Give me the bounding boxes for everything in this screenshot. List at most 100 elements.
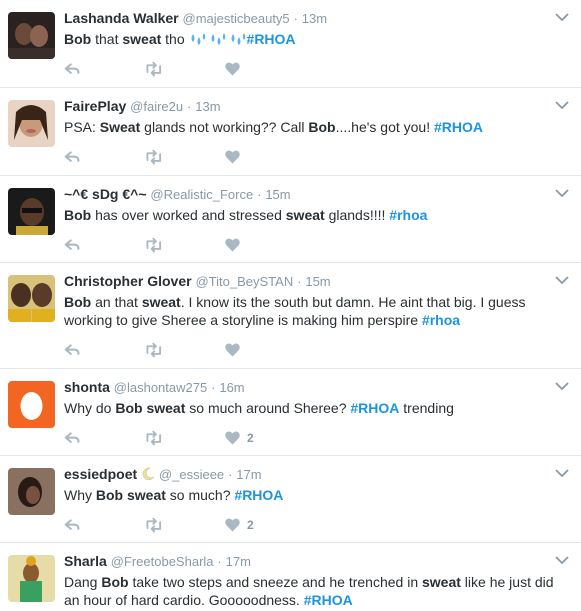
avatar[interactable] — [8, 381, 55, 428]
timestamp[interactable]: 16m — [219, 380, 244, 395]
timestamp[interactable]: 13m — [302, 11, 327, 26]
timestamp[interactable]: 13m — [195, 99, 220, 114]
user-handle[interactable]: @majesticbeauty5 — [183, 11, 290, 26]
user-name[interactable]: Sharla — [64, 553, 107, 569]
avatar[interactable] — [8, 100, 55, 147]
user-handle[interactable]: @_essieee — [159, 467, 224, 482]
keyword-highlight: Bob — [115, 400, 143, 416]
user-handle[interactable]: @Tito_BeySTAN — [195, 274, 293, 289]
reply-button[interactable] — [64, 237, 144, 254]
timestamp[interactable]: 15m — [305, 274, 330, 289]
user-name[interactable]: Christopher Glover — [64, 273, 192, 289]
chevron-down-icon[interactable] — [555, 188, 569, 198]
tweet-actions: 2 — [64, 508, 567, 542]
like-button[interactable]: 2 — [224, 517, 254, 534]
like-count: 2 — [247, 518, 254, 532]
user-handle[interactable]: @lashontaw275 — [114, 380, 207, 395]
user-name[interactable]: ~^€ sDg €^~ — [64, 186, 147, 202]
hashtag-link[interactable]: #RHOA — [304, 592, 353, 608]
reply-icon — [64, 343, 80, 355]
crescent-moon-icon — [142, 467, 155, 481]
tweet-actions — [64, 228, 567, 262]
avatar[interactable] — [8, 468, 55, 515]
chevron-down-icon[interactable] — [555, 468, 569, 478]
hashtag-link[interactable]: #RHOA — [434, 119, 483, 135]
timestamp[interactable]: 17m — [236, 467, 261, 482]
reply-icon — [64, 150, 80, 162]
chevron-down-icon[interactable] — [555, 100, 569, 110]
chevron-down-icon[interactable] — [555, 555, 569, 565]
tweet[interactable]: ~^€ sDg €^~ @Realistic_Force · 15m Bob h… — [0, 176, 581, 263]
avatar[interactable] — [8, 12, 55, 59]
tweet[interactable]: Sharla @FreetobeSharla · 17m Dang Bob ta… — [0, 543, 581, 611]
chevron-down-icon[interactable] — [555, 275, 569, 285]
retweet-icon — [146, 430, 162, 445]
keyword-highlight: sweat — [285, 207, 325, 223]
separator: · — [293, 11, 298, 26]
keyword-highlight: sweat — [141, 294, 181, 310]
tweet[interactable]: Lashanda Walker @majesticbeauty5 · 13m B… — [0, 0, 581, 88]
tweet-text: PSA: Sweat glands not working?? Call Bob… — [64, 118, 567, 136]
reply-icon — [64, 518, 80, 530]
retweet-button[interactable] — [144, 237, 224, 254]
separator: · — [211, 380, 216, 395]
hashtag-link[interactable]: #RHOA — [247, 31, 296, 47]
retweet-button[interactable] — [144, 61, 224, 78]
reply-button[interactable] — [64, 517, 144, 534]
avatar[interactable] — [8, 275, 55, 322]
avatar[interactable] — [8, 188, 55, 235]
retweet-button[interactable] — [144, 149, 224, 166]
chevron-down-icon[interactable] — [555, 12, 569, 22]
keyword-highlight: Bob — [101, 574, 129, 590]
tweet-actions — [64, 52, 567, 86]
reply-icon — [64, 62, 80, 74]
tweet-actions — [64, 140, 567, 174]
tweet[interactable]: FairePlay @faire2u · 13m PSA: Sweat glan… — [0, 88, 581, 176]
user-handle[interactable]: @FreetobeSharla — [111, 554, 214, 569]
retweet-icon — [146, 237, 162, 252]
retweet-button[interactable] — [144, 430, 224, 447]
user-handle[interactable]: @Realistic_Force — [150, 187, 253, 202]
retweet-button[interactable] — [144, 342, 224, 359]
keyword-highlight: Bob — [64, 207, 92, 223]
reply-button[interactable] — [64, 61, 144, 78]
hashtag-link[interactable]: #RHOA — [234, 487, 283, 503]
text-segment: so much around Sheree? — [185, 400, 351, 416]
heart-icon — [225, 517, 240, 531]
tweet[interactable]: shonta @lashontaw275 · 16m Why do Bob sw… — [0, 369, 581, 456]
user-name[interactable]: Lashanda Walker — [64, 10, 179, 26]
retweet-icon — [146, 342, 162, 357]
heart-icon — [225, 342, 240, 356]
separator: · — [257, 187, 262, 202]
separator: · — [228, 467, 233, 482]
like-button[interactable] — [224, 342, 241, 359]
reply-button[interactable] — [64, 342, 144, 359]
user-handle[interactable]: @faire2u — [130, 99, 183, 114]
hashtag-link[interactable]: #RHOA — [350, 400, 399, 416]
user-name[interactable]: essiedpoet — [64, 466, 137, 482]
user-name[interactable]: shonta — [64, 379, 110, 395]
timestamp[interactable]: 17m — [226, 554, 251, 569]
heart-icon — [225, 430, 240, 444]
like-button[interactable]: 2 — [224, 430, 254, 447]
avatar[interactable] — [8, 555, 55, 602]
user-name[interactable]: FairePlay — [64, 98, 126, 114]
tweet-text: Bob an that sweat. I know its the south … — [64, 293, 567, 329]
reply-button[interactable] — [64, 149, 144, 166]
chevron-down-icon[interactable] — [555, 381, 569, 391]
like-button[interactable] — [224, 149, 241, 166]
hashtag-link[interactable]: #rhoa — [389, 207, 427, 223]
retweet-button[interactable] — [144, 517, 224, 534]
retweet-icon — [146, 517, 162, 532]
text-segment: glands!!!! — [324, 207, 390, 223]
hashtag-link[interactable]: #rhoa — [422, 312, 460, 328]
separator: · — [297, 274, 302, 289]
like-button[interactable] — [224, 61, 241, 78]
like-button[interactable] — [224, 237, 241, 254]
tweet[interactable]: essiedpoet @_essieee · 17m Why Bob sweat… — [0, 456, 581, 543]
text-segment: tho — [161, 31, 189, 47]
heart-icon — [225, 237, 240, 251]
tweet[interactable]: Christopher Glover @Tito_BeySTAN · 15m B… — [0, 263, 581, 369]
reply-button[interactable] — [64, 430, 144, 447]
timestamp[interactable]: 15m — [265, 187, 290, 202]
